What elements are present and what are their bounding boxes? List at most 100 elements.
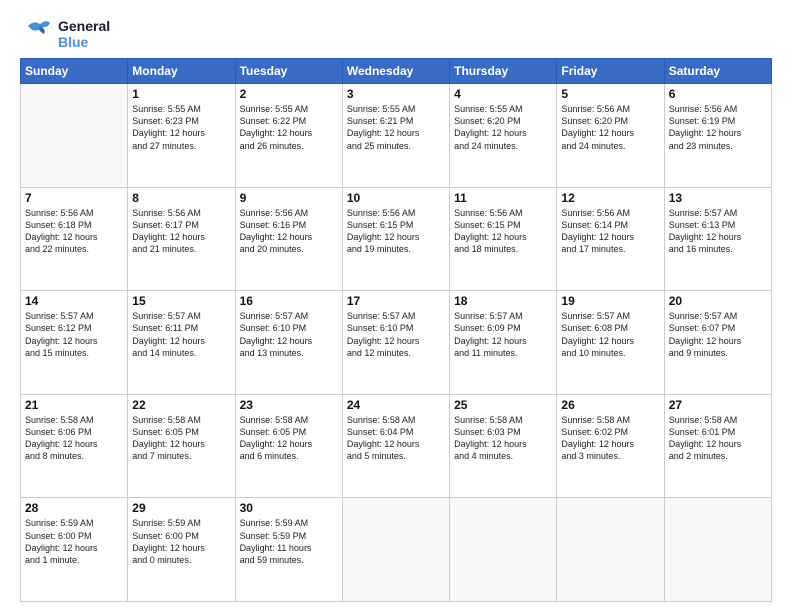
day-number: 19 (561, 294, 659, 308)
calendar-cell: 24 Sunrise: 5:58 AM Sunset: 6:04 PM Dayli… (342, 394, 449, 498)
calendar-cell: 20 Sunrise: 5:57 AM Sunset: 6:07 PM Dayli… (664, 291, 771, 395)
calendar-cell: 30 Sunrise: 5:59 AM Sunset: 5:59 PM Dayli… (235, 498, 342, 602)
calendar-cell: 19 Sunrise: 5:57 AM Sunset: 6:08 PM Dayli… (557, 291, 664, 395)
day-info: Sunrise: 5:56 AM Sunset: 6:14 PM Dayligh… (561, 207, 659, 256)
calendar-cell: 11 Sunrise: 5:56 AM Sunset: 6:15 PM Dayli… (450, 187, 557, 291)
day-number: 4 (454, 87, 552, 101)
day-info: Sunrise: 5:57 AM Sunset: 6:08 PM Dayligh… (561, 310, 659, 359)
day-info: Sunrise: 5:58 AM Sunset: 6:05 PM Dayligh… (240, 414, 338, 463)
calendar-cell: 3 Sunrise: 5:55 AM Sunset: 6:21 PM Daylig… (342, 84, 449, 188)
calendar-cell: 22 Sunrise: 5:58 AM Sunset: 6:05 PM Dayli… (128, 394, 235, 498)
day-number: 16 (240, 294, 338, 308)
day-info: Sunrise: 5:56 AM Sunset: 6:15 PM Dayligh… (347, 207, 445, 256)
header: General Blue (20, 18, 772, 50)
calendar-week-row: 7 Sunrise: 5:56 AM Sunset: 6:18 PM Daylig… (21, 187, 772, 291)
day-number: 28 (25, 501, 123, 515)
calendar-cell: 25 Sunrise: 5:58 AM Sunset: 6:03 PM Dayli… (450, 394, 557, 498)
day-number: 25 (454, 398, 552, 412)
logo-blue-text: Blue (58, 34, 110, 50)
day-info: Sunrise: 5:57 AM Sunset: 6:12 PM Dayligh… (25, 310, 123, 359)
day-info: Sunrise: 5:55 AM Sunset: 6:20 PM Dayligh… (454, 103, 552, 152)
day-number: 11 (454, 191, 552, 205)
calendar-cell: 10 Sunrise: 5:56 AM Sunset: 6:15 PM Dayli… (342, 187, 449, 291)
day-info: Sunrise: 5:58 AM Sunset: 6:06 PM Dayligh… (25, 414, 123, 463)
day-info: Sunrise: 5:58 AM Sunset: 6:01 PM Dayligh… (669, 414, 767, 463)
page: General Blue SundayMondayTuesdayWednesda… (0, 0, 792, 612)
calendar-cell: 1 Sunrise: 5:55 AM Sunset: 6:23 PM Daylig… (128, 84, 235, 188)
calendar-cell: 21 Sunrise: 5:58 AM Sunset: 6:06 PM Dayli… (21, 394, 128, 498)
calendar-week-row: 28Sunrise: 5:59 AM Sunset: 6:00 PM Dayli… (21, 498, 772, 602)
day-info: Sunrise: 5:59 AM Sunset: 5:59 PM Dayligh… (240, 517, 338, 566)
calendar-cell: 9 Sunrise: 5:56 AM Sunset: 6:16 PM Daylig… (235, 187, 342, 291)
day-info: Sunrise: 5:56 AM Sunset: 6:18 PM Dayligh… (25, 207, 123, 256)
day-info: Sunrise: 5:57 AM Sunset: 6:13 PM Dayligh… (669, 207, 767, 256)
day-info: Sunrise: 5:58 AM Sunset: 6:03 PM Dayligh… (454, 414, 552, 463)
calendar-cell: 29Sunrise: 5:59 AM Sunset: 6:00 PM Dayli… (128, 498, 235, 602)
day-number: 13 (669, 191, 767, 205)
day-number: 2 (240, 87, 338, 101)
calendar-cell: 8 Sunrise: 5:56 AM Sunset: 6:17 PM Daylig… (128, 187, 235, 291)
day-info: Sunrise: 5:57 AM Sunset: 6:07 PM Dayligh… (669, 310, 767, 359)
day-number: 17 (347, 294, 445, 308)
calendar-cell: 17 Sunrise: 5:57 AM Sunset: 6:10 PM Dayli… (342, 291, 449, 395)
weekday-header-thursday: Thursday (450, 59, 557, 84)
day-number: 26 (561, 398, 659, 412)
calendar-cell: 7 Sunrise: 5:56 AM Sunset: 6:18 PM Daylig… (21, 187, 128, 291)
day-number: 3 (347, 87, 445, 101)
calendar-cell: 2 Sunrise: 5:55 AM Sunset: 6:22 PM Daylig… (235, 84, 342, 188)
day-number: 22 (132, 398, 230, 412)
calendar-cell: 14 Sunrise: 5:57 AM Sunset: 6:12 PM Dayli… (21, 291, 128, 395)
weekday-header-saturday: Saturday (664, 59, 771, 84)
weekday-header-monday: Monday (128, 59, 235, 84)
calendar-week-row: 14 Sunrise: 5:57 AM Sunset: 6:12 PM Dayli… (21, 291, 772, 395)
day-number: 7 (25, 191, 123, 205)
weekday-header-wednesday: Wednesday (342, 59, 449, 84)
day-info: Sunrise: 5:57 AM Sunset: 6:10 PM Dayligh… (347, 310, 445, 359)
day-number: 6 (669, 87, 767, 101)
day-number: 12 (561, 191, 659, 205)
calendar-cell: 13 Sunrise: 5:57 AM Sunset: 6:13 PM Dayli… (664, 187, 771, 291)
logo: General Blue (20, 18, 110, 50)
day-number: 18 (454, 294, 552, 308)
weekday-header-sunday: Sunday (21, 59, 128, 84)
day-number: 24 (347, 398, 445, 412)
calendar-week-row: 21 Sunrise: 5:58 AM Sunset: 6:06 PM Dayli… (21, 394, 772, 498)
calendar-cell (557, 498, 664, 602)
day-info: Sunrise: 5:55 AM Sunset: 6:23 PM Dayligh… (132, 103, 230, 152)
day-number: 8 (132, 191, 230, 205)
day-info: Sunrise: 5:57 AM Sunset: 6:10 PM Dayligh… (240, 310, 338, 359)
day-info: Sunrise: 5:58 AM Sunset: 6:02 PM Dayligh… (561, 414, 659, 463)
calendar-cell: 6Sunrise: 5:56 AM Sunset: 6:19 PM Daylig… (664, 84, 771, 188)
day-number: 10 (347, 191, 445, 205)
day-number: 21 (25, 398, 123, 412)
day-number: 30 (240, 501, 338, 515)
day-info: Sunrise: 5:57 AM Sunset: 6:11 PM Dayligh… (132, 310, 230, 359)
day-info: Sunrise: 5:57 AM Sunset: 6:09 PM Dayligh… (454, 310, 552, 359)
day-number: 23 (240, 398, 338, 412)
day-info: Sunrise: 5:56 AM Sunset: 6:17 PM Dayligh… (132, 207, 230, 256)
calendar-cell: 23 Sunrise: 5:58 AM Sunset: 6:05 PM Dayli… (235, 394, 342, 498)
day-number: 9 (240, 191, 338, 205)
day-info: Sunrise: 5:58 AM Sunset: 6:05 PM Dayligh… (132, 414, 230, 463)
day-info: Sunrise: 5:56 AM Sunset: 6:20 PM Dayligh… (561, 103, 659, 152)
calendar-cell: 18 Sunrise: 5:57 AM Sunset: 6:09 PM Dayli… (450, 291, 557, 395)
logo-bird-icon (20, 18, 52, 50)
day-info: Sunrise: 5:56 AM Sunset: 6:15 PM Dayligh… (454, 207, 552, 256)
day-number: 29 (132, 501, 230, 515)
day-info: Sunrise: 5:58 AM Sunset: 6:04 PM Dayligh… (347, 414, 445, 463)
weekday-header-tuesday: Tuesday (235, 59, 342, 84)
calendar-week-row: 1 Sunrise: 5:55 AM Sunset: 6:23 PM Daylig… (21, 84, 772, 188)
day-info: Sunrise: 5:55 AM Sunset: 6:21 PM Dayligh… (347, 103, 445, 152)
day-number: 1 (132, 87, 230, 101)
day-info: Sunrise: 5:56 AM Sunset: 6:16 PM Dayligh… (240, 207, 338, 256)
calendar-cell (342, 498, 449, 602)
calendar-cell: 15Sunrise: 5:57 AM Sunset: 6:11 PM Dayli… (128, 291, 235, 395)
day-info: Sunrise: 5:55 AM Sunset: 6:22 PM Dayligh… (240, 103, 338, 152)
day-number: 20 (669, 294, 767, 308)
calendar-cell: 28Sunrise: 5:59 AM Sunset: 6:00 PM Dayli… (21, 498, 128, 602)
day-number: 14 (25, 294, 123, 308)
calendar-cell: 5Sunrise: 5:56 AM Sunset: 6:20 PM Daylig… (557, 84, 664, 188)
calendar-cell: 4 Sunrise: 5:55 AM Sunset: 6:20 PM Daylig… (450, 84, 557, 188)
calendar-cell: 27 Sunrise: 5:58 AM Sunset: 6:01 PM Dayli… (664, 394, 771, 498)
day-number: 27 (669, 398, 767, 412)
